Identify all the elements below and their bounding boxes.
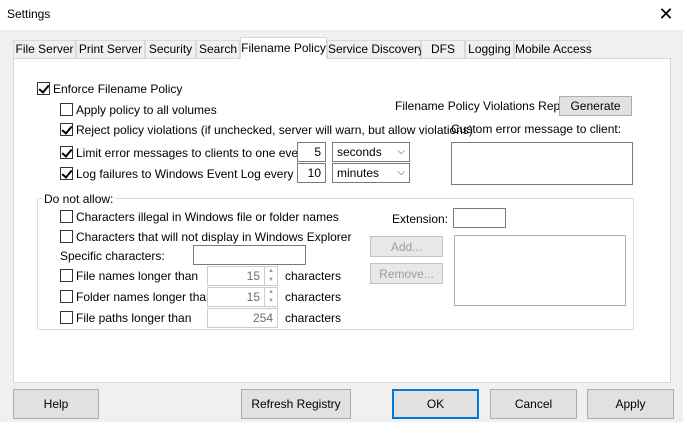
illegal-chars-label: Characters illegal in Windows file or fo… xyxy=(76,210,339,224)
close-icon[interactable]: ✕ xyxy=(654,4,678,24)
folder-names-length-input[interactable]: 15 xyxy=(207,287,265,307)
folder-names-length-checkbox[interactable] xyxy=(60,290,73,303)
cancel-button[interactable]: Cancel xyxy=(490,389,577,419)
limit-errors-label: Limit error messages to clients to one e… xyxy=(76,146,309,160)
limit-errors-checkbox[interactable] xyxy=(60,146,73,159)
illegal-chars-checkbox[interactable] xyxy=(60,210,73,223)
folder-names-length-spinner[interactable]: ▲ ▼ xyxy=(265,287,278,307)
ok-button[interactable]: OK xyxy=(392,389,479,419)
arrow-down-icon[interactable]: ▼ xyxy=(265,276,277,285)
file-names-length-label: File names longer than xyxy=(76,269,199,283)
tab-security[interactable]: Security xyxy=(145,40,196,59)
limit-errors-value-input[interactable]: 5 xyxy=(297,142,326,162)
reject-violations-label: Reject policy violations (if unchecked, … xyxy=(76,123,473,137)
extension-label: Extension: xyxy=(392,212,449,226)
file-paths-length-checkbox[interactable] xyxy=(60,311,73,324)
tab-filename-policy[interactable]: Filename Policy xyxy=(240,37,327,59)
add-extension-button[interactable]: Add... xyxy=(370,236,443,257)
tab-service-discovery[interactable]: Service Discovery xyxy=(327,40,424,59)
apply-button[interactable]: Apply xyxy=(587,389,674,419)
custom-message-textarea[interactable] xyxy=(451,142,633,185)
file-paths-length-label: File paths longer than xyxy=(76,311,192,325)
log-failures-unit-value: minutes xyxy=(337,166,380,180)
folder-names-length-suffix: characters xyxy=(285,290,342,304)
file-names-length-checkbox[interactable] xyxy=(60,269,73,282)
file-names-length-spinner[interactable]: ▲ ▼ xyxy=(265,266,278,286)
generate-report-button[interactable]: Generate xyxy=(559,96,632,116)
enforce-policy-label: Enforce Filename Policy xyxy=(53,82,183,96)
help-button[interactable]: Help xyxy=(13,389,99,419)
chevron-down-icon: ⌵ xyxy=(397,146,405,157)
file-names-length-suffix: characters xyxy=(285,269,342,283)
apply-all-volumes-checkbox[interactable] xyxy=(60,103,73,116)
violations-report-label: Filename Policy Violations Report xyxy=(395,99,575,113)
enforce-policy-checkbox[interactable] xyxy=(37,82,50,95)
extension-list[interactable] xyxy=(454,235,626,306)
tab-dfs[interactable]: DFS xyxy=(421,40,465,59)
file-paths-length-input[interactable]: 254 xyxy=(207,308,278,328)
remove-extension-button[interactable]: Remove... xyxy=(370,263,443,284)
arrow-up-icon[interactable]: ▲ xyxy=(265,288,277,297)
file-names-length-input[interactable]: 15 xyxy=(207,266,265,286)
log-failures-unit-select[interactable]: minutes ⌵ xyxy=(332,163,410,183)
reject-violations-checkbox[interactable] xyxy=(60,123,73,136)
log-failures-checkbox[interactable] xyxy=(60,167,73,180)
no-display-chars-label: Characters that will not display in Wind… xyxy=(76,230,352,244)
chevron-down-icon: ⌵ xyxy=(397,167,405,178)
log-failures-value-input[interactable]: 10 xyxy=(297,163,326,183)
tab-print-server[interactable]: Print Server xyxy=(76,40,145,59)
specific-chars-label: Specific characters: xyxy=(60,249,165,263)
tab-file-server[interactable]: File Server xyxy=(13,40,76,59)
tab-logging[interactable]: Logging xyxy=(465,40,514,59)
apply-all-volumes-label: Apply policy to all volumes xyxy=(76,103,217,117)
arrow-up-icon[interactable]: ▲ xyxy=(265,267,277,276)
tab-search[interactable]: Search xyxy=(196,40,240,59)
title-bar: Settings ✕ xyxy=(0,0,683,30)
do-not-allow-title: Do not allow: xyxy=(42,192,116,206)
limit-errors-unit-value: seconds xyxy=(337,145,382,159)
window-title: Settings xyxy=(7,7,51,21)
limit-errors-unit-select[interactable]: seconds ⌵ xyxy=(332,142,410,162)
file-paths-length-suffix: characters xyxy=(285,311,342,325)
refresh-registry-button[interactable]: Refresh Registry xyxy=(241,389,351,419)
log-failures-label: Log failures to Windows Event Log every xyxy=(76,167,294,181)
no-display-chars-checkbox[interactable] xyxy=(60,230,73,243)
specific-chars-input[interactable] xyxy=(193,245,306,265)
arrow-down-icon[interactable]: ▼ xyxy=(265,297,277,306)
tab-mobile-access[interactable]: Mobile Access xyxy=(514,40,592,59)
custom-message-label: Custom error message to client: xyxy=(451,122,622,136)
folder-names-length-label: Folder names longer than xyxy=(76,290,213,304)
extension-input[interactable] xyxy=(453,208,506,228)
